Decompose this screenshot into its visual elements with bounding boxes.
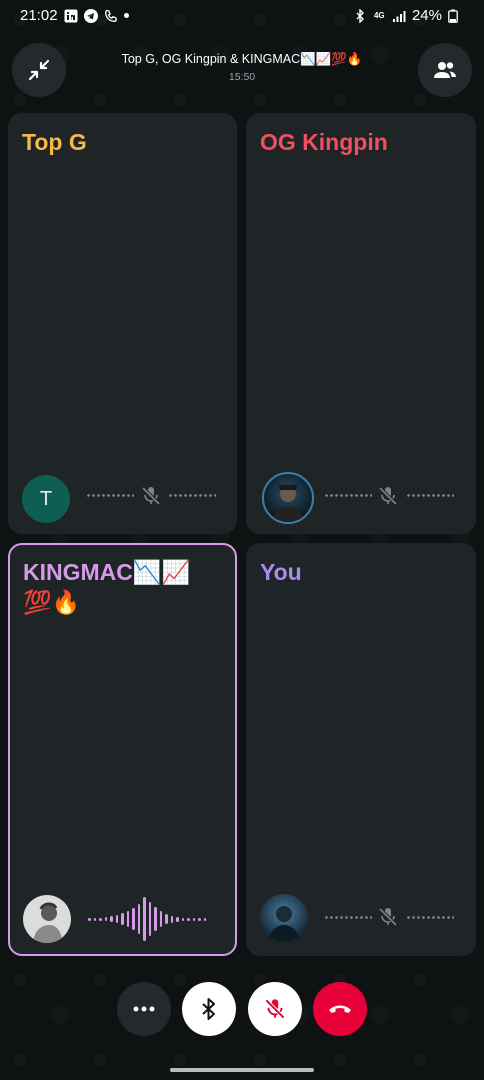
participant-name: Top G	[22, 129, 87, 155]
audio-level-indicator	[168, 494, 216, 497]
status-bar: 21:02 4G 24%	[0, 0, 484, 32]
telegram-icon	[83, 8, 98, 23]
avatar: T	[22, 475, 70, 523]
participant-name: OG Kingpin	[260, 129, 388, 155]
waveform-bar	[88, 917, 91, 921]
avatar-initial: T	[39, 487, 53, 510]
participant-name: KINGMAC📉📈 💯🔥	[23, 559, 191, 615]
waveform-bar	[121, 913, 124, 925]
avatar	[262, 472, 314, 524]
phone-icon	[104, 9, 118, 23]
participants-button[interactable]	[418, 43, 472, 97]
speaking-waveform	[88, 896, 206, 942]
end-call-icon	[329, 1005, 351, 1013]
more-options-button[interactable]	[117, 982, 171, 1036]
waveform-bar	[126, 911, 129, 927]
waveform-bar	[181, 917, 184, 921]
participant-tile[interactable]: Top G T	[8, 113, 237, 534]
waveform-bar	[154, 907, 157, 931]
battery-percent: 24%	[411, 7, 442, 24]
waveform-bar	[148, 902, 151, 936]
waveform-bar	[170, 915, 173, 923]
audio-level-indicator	[324, 494, 372, 497]
waveform-bar	[159, 911, 162, 927]
mic-off-icon	[141, 486, 161, 506]
audio-level-indicator	[86, 494, 134, 497]
mic-off-icon	[264, 998, 286, 1020]
audio-level-indicator	[324, 916, 372, 919]
waveform-bar	[176, 916, 179, 922]
minimize-icon	[28, 59, 50, 81]
waveform-bar	[165, 914, 168, 924]
participant-tile[interactable]: OG Kingpin	[246, 113, 476, 534]
end-call-button[interactable]	[313, 982, 367, 1036]
waveform-bar	[132, 908, 135, 930]
waveform-bar	[99, 917, 102, 921]
waveform-bar	[143, 897, 146, 941]
waveform-bar	[192, 917, 195, 921]
mute-button[interactable]	[248, 982, 302, 1036]
participant-tile-speaking[interactable]: KINGMAC📉📈 💯🔥	[8, 543, 237, 956]
avatar-photo	[268, 906, 300, 942]
audio-level-indicator	[406, 494, 454, 497]
avatar	[260, 894, 308, 942]
waveform-bar	[110, 916, 113, 922]
waveform-bar	[104, 917, 107, 921]
waveform-bar	[115, 915, 118, 923]
linkedin-icon	[64, 9, 78, 23]
waveform-bar	[198, 917, 201, 921]
avatar-photo	[33, 902, 63, 943]
minimize-call-button[interactable]	[12, 43, 66, 97]
more-options-icon	[133, 1006, 155, 1012]
mic-off-icon	[378, 907, 398, 927]
avatar	[23, 895, 71, 943]
network-type: 4G	[373, 10, 385, 20]
audio-level-indicator	[406, 916, 454, 919]
notification-dot-icon	[123, 13, 129, 18]
participants-icon	[434, 62, 456, 78]
bluetooth-icon	[354, 7, 368, 24]
status-time: 21:02	[20, 7, 58, 24]
bluetooth-icon	[202, 998, 215, 1020]
participant-name: You	[260, 559, 302, 585]
mic-off-icon	[378, 486, 398, 506]
waveform-bar	[137, 904, 140, 934]
avatar-photo	[272, 485, 304, 522]
battery-icon	[448, 9, 462, 23]
waveform-bar	[93, 917, 96, 921]
gesture-nav-bar[interactable]	[170, 1068, 314, 1072]
call-duration: 15:50	[228, 71, 256, 83]
signal-icon	[392, 9, 406, 23]
bluetooth-audio-button[interactable]	[182, 982, 236, 1036]
call-title: Top G, OG Kingpin & KINGMAC📉📈💯🔥	[121, 52, 363, 66]
waveform-bar	[187, 917, 190, 921]
waveform-bar	[203, 917, 206, 921]
participant-tile-self[interactable]: You	[246, 543, 476, 956]
